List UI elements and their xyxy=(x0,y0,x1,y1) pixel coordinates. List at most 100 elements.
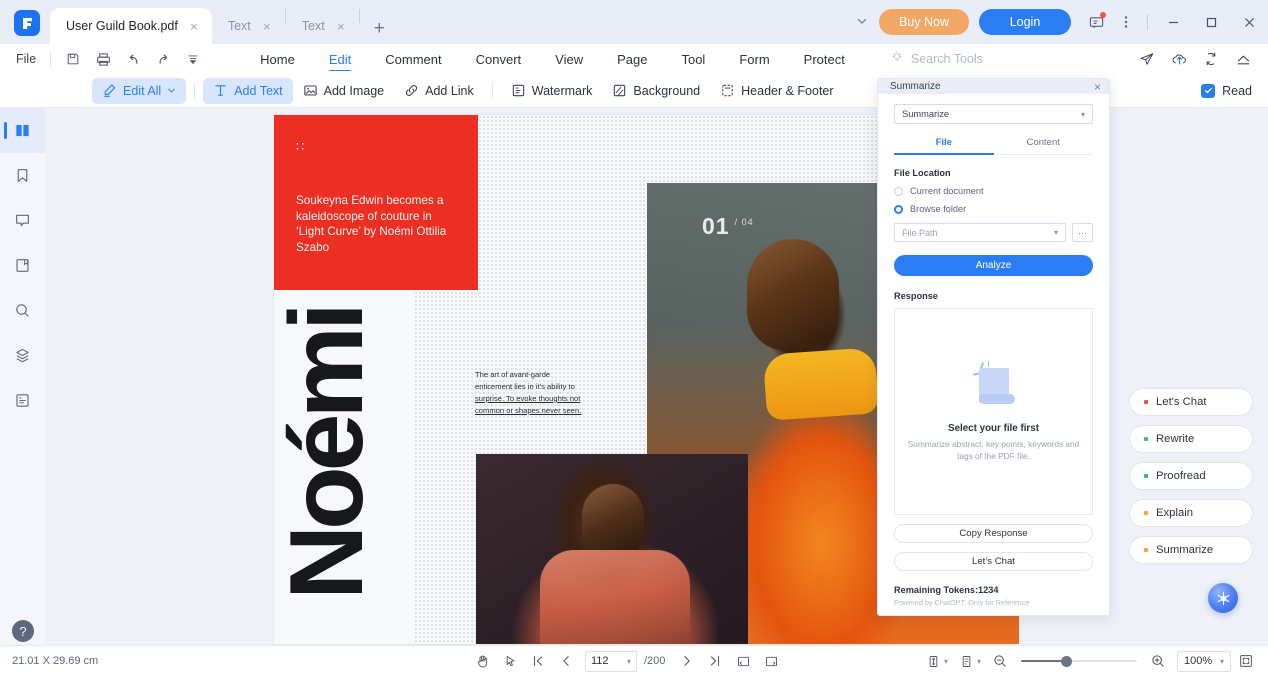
zoom-in-icon[interactable] xyxy=(1146,649,1170,673)
print-icon[interactable] xyxy=(89,46,117,72)
menu-convert[interactable]: Convert xyxy=(459,44,539,74)
tab-text-2[interactable]: Text × xyxy=(286,8,359,44)
chevron-down-icon: ▾ xyxy=(627,657,631,666)
close-icon[interactable]: × xyxy=(1094,81,1101,93)
ai-proofread-button[interactable]: Proofread xyxy=(1129,462,1253,490)
last-page-icon[interactable] xyxy=(703,649,727,673)
zoom-slider-handle[interactable] xyxy=(1061,656,1072,667)
first-page-icon[interactable] xyxy=(526,649,550,673)
send-icon[interactable] xyxy=(1132,46,1162,72)
add-link-button[interactable]: Add Link xyxy=(394,78,484,104)
collapse-icon[interactable] xyxy=(1228,46,1258,72)
scroll-mode-dropdown[interactable]: ▾ xyxy=(922,654,952,669)
single-page-icon[interactable] xyxy=(731,649,755,673)
sidebar-item-search[interactable] xyxy=(0,288,45,333)
menu-protect[interactable]: Protect xyxy=(787,44,862,74)
login-button[interactable]: Login xyxy=(979,9,1071,35)
menu-form[interactable]: Form xyxy=(722,44,786,74)
ai-summarize-button[interactable]: Summarize xyxy=(1129,536,1253,564)
edit-all-button[interactable]: Edit All xyxy=(92,78,186,104)
add-image-button[interactable]: Add Image xyxy=(293,78,394,104)
tab-user-guild-book[interactable]: User Guild Book.pdf × xyxy=(50,8,212,44)
big-name-text: Noémi xyxy=(281,300,381,600)
read-checkbox[interactable] xyxy=(1201,84,1215,98)
sidebar-item-bookmarks[interactable] xyxy=(0,153,45,198)
fit-screen-icon[interactable] xyxy=(1234,649,1258,673)
redo-icon[interactable] xyxy=(149,46,177,72)
browse-button[interactable]: ··· xyxy=(1072,223,1093,242)
help-button[interactable]: ? xyxy=(12,620,34,642)
zoom-level-select[interactable]: 100% ▾ xyxy=(1177,651,1231,672)
new-tab-button[interactable]: + xyxy=(360,19,399,44)
menu-page[interactable]: Page xyxy=(600,44,664,74)
chevron-down-icon[interactable] xyxy=(845,15,879,30)
status-dot-icon xyxy=(1144,437,1148,441)
ai-lets-chat-button[interactable]: Let's Chat xyxy=(1129,388,1253,416)
menu-edit[interactable]: Edit xyxy=(312,44,368,74)
undo-icon[interactable] xyxy=(119,46,147,72)
maximize-icon[interactable] xyxy=(1192,10,1230,34)
message-icon[interactable] xyxy=(1081,10,1111,34)
tab-close-icon[interactable]: × xyxy=(333,20,349,33)
status-bar: 21.01 X 29.69 cm 112 ▾ /200 xyxy=(0,645,1268,676)
copy-response-button[interactable]: Copy Response xyxy=(894,524,1093,543)
menu-comment[interactable]: Comment xyxy=(368,44,458,74)
file-path-select[interactable]: File Path ▾ xyxy=(894,223,1066,242)
more-down-icon[interactable] xyxy=(179,46,207,72)
header-footer-button[interactable]: Header & Footer xyxy=(710,78,843,104)
sidebar-item-layers[interactable] xyxy=(0,333,45,378)
radio-browse-folder[interactable]: Browse folder xyxy=(894,204,1093,214)
page-layout-dropdown[interactable]: ▾ xyxy=(955,654,985,669)
more-vertical-icon[interactable] xyxy=(1111,10,1141,34)
add-text-label: Add Text xyxy=(234,84,282,98)
ai-rewrite-button[interactable]: Rewrite xyxy=(1129,425,1253,453)
cloud-upload-icon[interactable] xyxy=(1164,46,1194,72)
sidebar-item-thumbnails[interactable] xyxy=(0,108,45,153)
search-tools[interactable]: Search Tools xyxy=(890,50,983,69)
tab-content[interactable]: Content xyxy=(994,137,1094,154)
ai-lets-chat-label: Let's Chat xyxy=(1156,396,1207,408)
zoom-slider[interactable] xyxy=(1021,654,1137,668)
tab-label: Text xyxy=(228,19,251,33)
close-icon[interactable] xyxy=(1230,10,1268,34)
select-tool-icon[interactable] xyxy=(498,649,522,673)
background-button[interactable]: Background xyxy=(602,78,710,104)
radio-current-document[interactable]: Current document xyxy=(894,186,1093,196)
read-mode-toggle[interactable]: Read xyxy=(1201,84,1268,98)
ai-explain-button[interactable]: Explain xyxy=(1129,499,1253,527)
radio-icon[interactable] xyxy=(894,187,903,196)
buy-now-button[interactable]: Buy Now xyxy=(879,9,969,35)
menu-tool[interactable]: Tool xyxy=(664,44,722,74)
add-text-button[interactable]: Add Text xyxy=(203,78,292,104)
zoom-out-icon[interactable] xyxy=(988,649,1012,673)
menu-home[interactable]: Home xyxy=(243,44,312,74)
menu-bar: File Home Edit Comment Convert Vie xyxy=(0,44,1268,74)
analyze-button[interactable]: Analyze xyxy=(894,255,1093,276)
radio-icon-selected[interactable] xyxy=(894,205,903,214)
sync-icon[interactable] xyxy=(1196,46,1226,72)
summarize-panel-header: Summarize × xyxy=(878,79,1109,94)
menu-view[interactable]: View xyxy=(538,44,600,74)
mode-select[interactable]: Summarize ▾ xyxy=(894,104,1093,124)
tab-text-1[interactable]: Text × xyxy=(212,8,285,44)
facing-page-icon[interactable] xyxy=(759,649,783,673)
sidebar-item-comments[interactable] xyxy=(0,198,45,243)
tab-close-icon[interactable]: × xyxy=(259,20,275,33)
prev-page-icon[interactable] xyxy=(554,649,578,673)
lets-chat-button[interactable]: Let’s Chat xyxy=(894,552,1093,571)
hand-tool-icon[interactable] xyxy=(470,649,494,673)
current-page-input[interactable]: 112 ▾ xyxy=(585,651,637,672)
watermark-button[interactable]: Watermark xyxy=(501,78,603,104)
save-icon[interactable] xyxy=(59,46,87,72)
minimize-icon[interactable] xyxy=(1154,10,1192,34)
menu-file[interactable]: File xyxy=(0,52,50,66)
sidebar-item-attachments[interactable] xyxy=(0,243,45,288)
sidebar-item-fields[interactable] xyxy=(0,378,45,423)
ai-orb-icon[interactable] xyxy=(1208,583,1238,613)
tab-close-icon[interactable]: × xyxy=(186,20,202,33)
next-page-icon[interactable] xyxy=(675,649,699,673)
view-and-zoom-controls: ▾ ▾ 100% ▾ xyxy=(922,649,1258,673)
file-path-placeholder: File Path xyxy=(902,228,938,238)
total-pages: /200 xyxy=(644,655,665,667)
tab-file[interactable]: File xyxy=(894,137,994,154)
